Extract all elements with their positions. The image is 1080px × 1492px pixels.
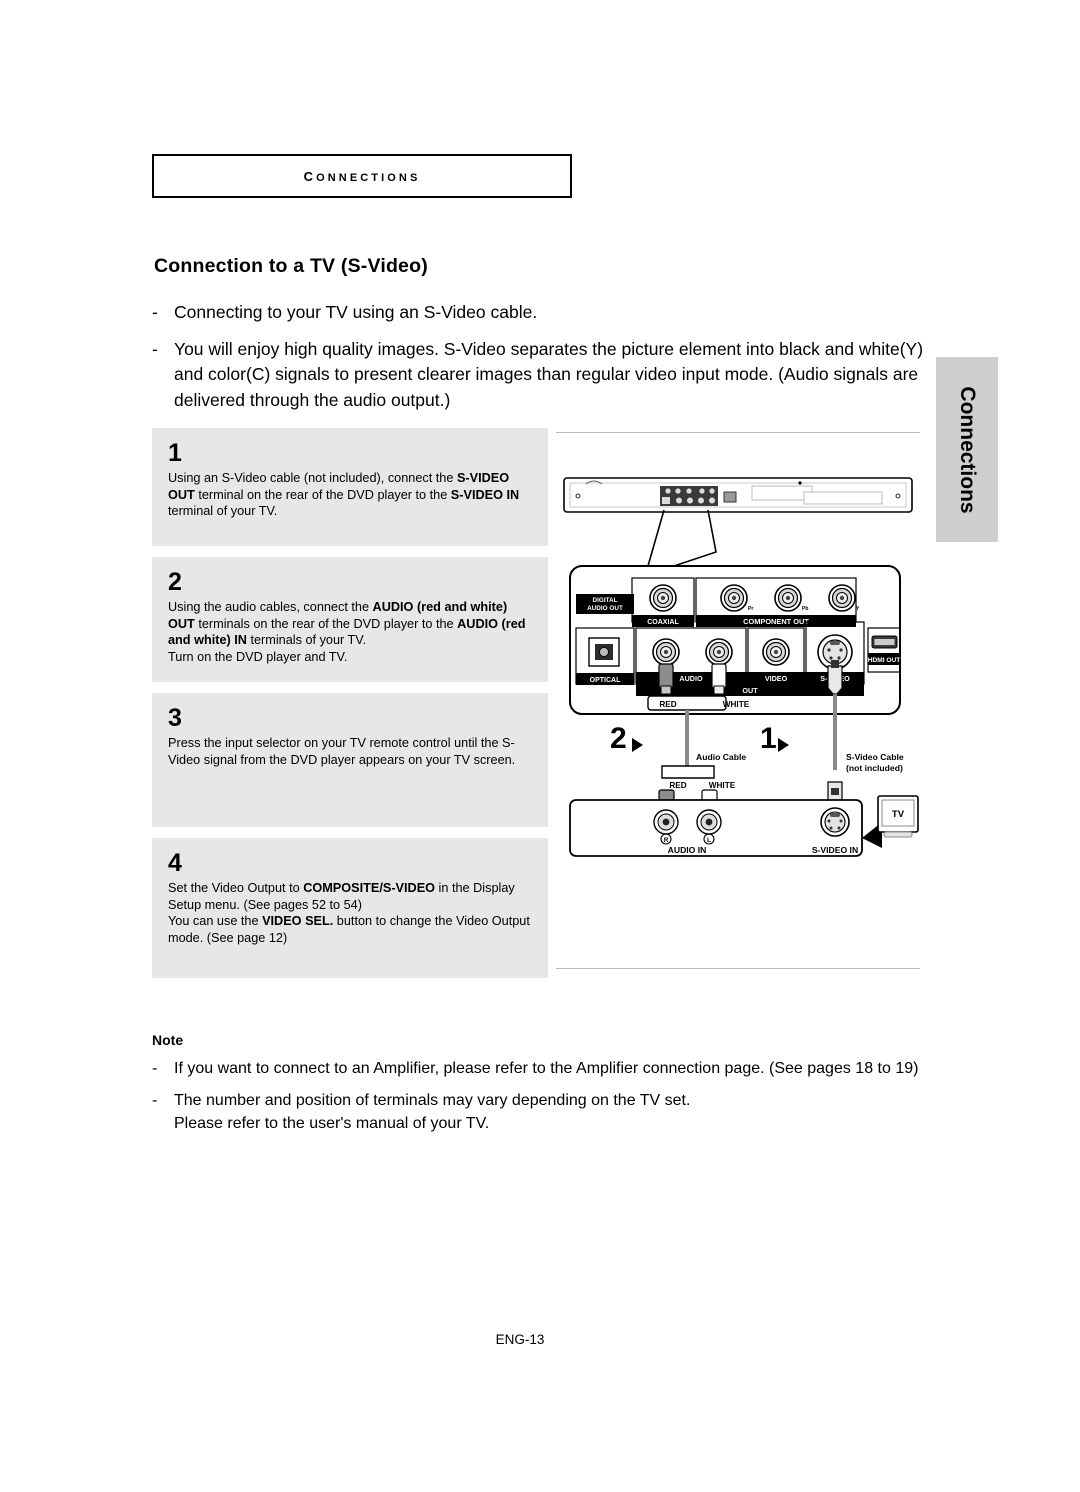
step-list: 1 Using an S-Video cable (not included),… xyxy=(152,428,548,989)
bullet-dash: - xyxy=(152,302,158,322)
step-marker-1-number: 1 xyxy=(760,722,777,755)
audio-out-label: AUDIO xyxy=(679,674,703,683)
step-number: 2 xyxy=(168,568,182,596)
step-marker-1: 1 xyxy=(760,722,789,755)
note-bullet: - The number and position of terminals m… xyxy=(152,1089,928,1135)
s-video-cable-label: S-Video Cable xyxy=(846,752,904,762)
tv-audio-in-label: AUDIO IN xyxy=(668,845,707,855)
optical-label: OPTICAL xyxy=(590,677,621,684)
side-tab: Connections xyxy=(936,357,998,542)
component-y-jack xyxy=(828,584,856,612)
tv-jack-l-letter: L xyxy=(707,837,711,844)
video-out-jack xyxy=(762,638,790,666)
step-text: Using an S-Video cable (not included), c… xyxy=(168,471,520,519)
digital-audio-out-label-line2: AUDIO OUT xyxy=(587,605,623,612)
section-header-box: Connections xyxy=(152,154,572,198)
digital-audio-out-label-line1: DIGITAL xyxy=(592,597,617,604)
page-footer: ENG-13 xyxy=(0,1332,1080,1347)
step-number: 3 xyxy=(168,704,182,732)
page-title: Connection to a TV (S-Video) xyxy=(154,255,428,277)
component-pb-label: Pb xyxy=(802,606,808,612)
audio-cable-label: Audio Cable xyxy=(696,752,746,762)
tv-s-video-in-jack xyxy=(820,807,850,837)
s-video-cable-note: (not included) xyxy=(846,763,903,773)
in-white-label: WHITE xyxy=(709,781,736,790)
intro-list: - Connecting to your TV using an S-Video… xyxy=(152,300,924,424)
bullet-dash: - xyxy=(152,1092,158,1109)
tv-audio-in-left-jack xyxy=(696,809,722,835)
component-out-label: COMPONENT OUT xyxy=(743,617,809,626)
step-box-1: 1 Using an S-Video cable (not included),… xyxy=(152,428,548,546)
coaxial-label: COAXIAL xyxy=(647,619,679,626)
section-header-label: Connections xyxy=(303,165,421,186)
component-pr-label: Pr xyxy=(748,606,753,612)
tv-s-video-in-label: S-VIDEO IN xyxy=(812,845,858,855)
step-marker-2-number: 2 xyxy=(610,722,627,755)
intro-bullet: - You will enjoy high quality images. S-… xyxy=(152,337,924,414)
step-marker-1-arrow xyxy=(778,738,789,752)
intro-bullet-text: Connecting to your TV using an S-Video c… xyxy=(174,302,538,322)
audio-out-white-jack xyxy=(705,638,733,666)
rear-panel-zoom: Pr Pb Y DIGITAL AUDIO OUT COAXIAL COMPON… xyxy=(569,565,901,715)
video-out-label: VIDEO xyxy=(765,674,788,683)
step-text: Set the Video Output to COMPOSITE/S-VIDE… xyxy=(168,881,530,945)
divider-top xyxy=(556,432,920,433)
divider-bottom xyxy=(556,968,920,969)
intro-bullet-text: You will enjoy high quality images. S-Vi… xyxy=(174,338,924,410)
note-bullet-text: If you want to connect to an Amplifier, … xyxy=(174,1060,919,1077)
tv-audio-in-right-jack xyxy=(653,809,679,835)
step-number: 1 xyxy=(168,439,182,467)
component-pr-jack xyxy=(720,584,748,612)
page-number: ENG-13 xyxy=(495,1332,545,1347)
step-number: 4 xyxy=(168,849,182,877)
connection-diagram: Pr Pb Y DIGITAL AUDIO OUT COAXIAL COMPON… xyxy=(556,470,920,890)
note-bullet-text: The number and position of terminals may… xyxy=(174,1092,691,1132)
bullet-dash: - xyxy=(152,1060,158,1077)
tv-input-panel: R L AUDIO IN S-VIDEO IN xyxy=(569,799,863,857)
note-block: Note - If you want to connect to an Ampl… xyxy=(152,1032,928,1144)
in-red-label: RED xyxy=(669,781,686,790)
note-bullet: - If you want to connect to an Amplifier… xyxy=(152,1057,928,1080)
hdmi-out-label: HDMI OUT xyxy=(868,657,901,664)
out-label: OUT xyxy=(742,686,758,695)
step-box-2: 2 Using the audio cables, connect the AU… xyxy=(152,557,548,682)
step-marker-2: 2 xyxy=(610,722,643,755)
step-text: Press the input selector on your TV remo… xyxy=(168,736,516,767)
out-red-label: RED xyxy=(659,700,676,709)
step-box-3: 3 Press the input selector on your TV re… xyxy=(152,693,548,827)
component-pb-jack xyxy=(774,584,802,612)
manual-page: Connections Connection to a TV (S-Video)… xyxy=(0,0,1080,1492)
step-box-4: 4 Set the Video Output to COMPOSITE/S-VI… xyxy=(152,838,548,978)
audio-out-red-jack xyxy=(652,638,680,666)
dvd-rear-panel-strip xyxy=(563,477,913,567)
coaxial-jack xyxy=(649,584,677,612)
tv-label: TV xyxy=(892,809,905,820)
intro-bullet: - Connecting to your TV using an S-Video… xyxy=(152,300,924,326)
step-marker-2-arrow xyxy=(632,738,643,752)
step-text: Using the audio cables, connect the AUDI… xyxy=(168,600,526,664)
bullet-dash: - xyxy=(152,338,158,359)
in-cable-color-labels: RED WHITE xyxy=(661,765,736,790)
out-white-label: WHITE xyxy=(723,700,750,709)
tv-callout: TV xyxy=(862,795,919,848)
note-title: Note xyxy=(152,1032,184,1048)
side-tab-label: Connections xyxy=(956,385,979,514)
tv-jack-r-letter: R xyxy=(664,837,669,844)
